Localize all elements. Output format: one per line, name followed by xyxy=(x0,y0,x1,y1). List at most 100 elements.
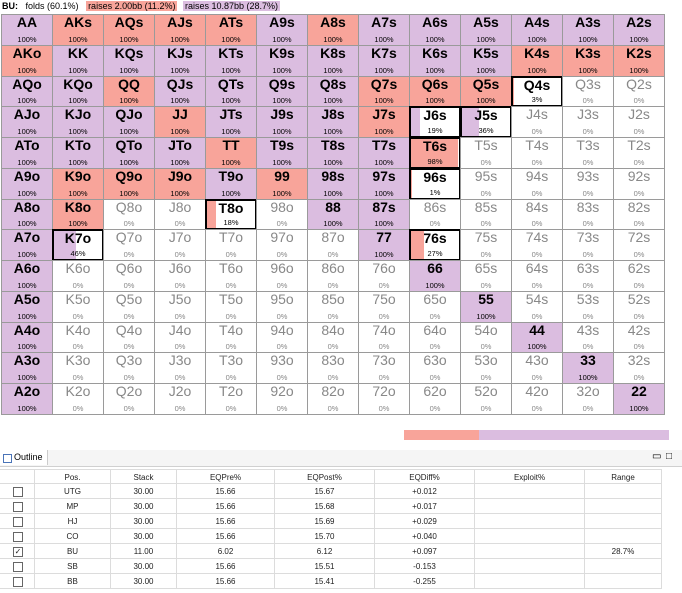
hand-cell[interactable]: 96s 1% xyxy=(409,167,461,200)
hand-cell[interactable]: 63o 0% xyxy=(409,352,461,385)
hand-cell[interactable]: KTs 100% xyxy=(205,44,257,77)
hand-cell[interactable]: K8s 100% xyxy=(307,44,359,77)
table-row[interactable]: HJ 30.00 15.66 15.69 +0.029 xyxy=(0,514,662,529)
hand-cell[interactable]: 43s 0% xyxy=(562,321,614,354)
hand-cell[interactable]: 84o 0% xyxy=(307,321,359,354)
hand-cell[interactable]: K2s 100% xyxy=(613,44,665,77)
hand-cell[interactable]: T7s 100% xyxy=(358,137,410,169)
hand-cell[interactable]: JJ 100% xyxy=(154,106,206,139)
hand-cell[interactable]: A8s 100% xyxy=(307,14,359,46)
hand-cell[interactable]: 43o 0% xyxy=(511,352,563,385)
hand-cell[interactable]: 75s 0% xyxy=(460,229,512,262)
hand-cell[interactable]: J6o 0% xyxy=(154,260,206,292)
hand-cell[interactable]: 65o 0% xyxy=(409,290,461,323)
minimize-icon[interactable]: ▭ xyxy=(652,451,661,462)
column-header[interactable]: Exploit% xyxy=(475,469,585,484)
hand-cell[interactable]: Q7s 100% xyxy=(358,75,410,108)
hand-cell[interactable]: K4o 0% xyxy=(52,321,104,354)
hand-cell[interactable]: 74s 0% xyxy=(511,229,563,262)
hand-cell[interactable]: T5o 0% xyxy=(205,290,257,323)
hand-cell[interactable]: K3s 100% xyxy=(562,44,614,77)
hand-cell[interactable]: K2o 0% xyxy=(52,383,104,415)
hand-cell[interactable]: 83s 0% xyxy=(562,198,614,231)
row-checkbox[interactable] xyxy=(13,577,23,587)
hand-cell[interactable]: QTs 100% xyxy=(205,75,257,108)
hand-cell[interactable]: J9o 100% xyxy=(154,167,206,200)
hand-cell[interactable]: 97o 0% xyxy=(256,229,308,262)
hand-cell[interactable]: 53s 0% xyxy=(562,290,614,323)
hand-cell[interactable]: A9s 100% xyxy=(256,14,308,46)
hand-cell[interactable]: 73s 0% xyxy=(562,229,614,262)
hand-cell[interactable]: 98s 100% xyxy=(307,167,359,200)
column-header[interactable] xyxy=(0,469,35,484)
hand-cell[interactable]: T3o 0% xyxy=(205,352,257,385)
hand-cell[interactable]: T3s 0% xyxy=(562,137,614,169)
hand-cell[interactable]: 88 100% xyxy=(307,198,359,231)
hand-cell[interactable]: J4o 0% xyxy=(154,321,206,354)
hand-cell[interactable]: KJo 100% xyxy=(52,106,104,139)
hand-cell[interactable]: 95s 0% xyxy=(460,167,512,200)
hand-cell[interactable]: T8s 100% xyxy=(307,137,359,169)
hand-cell[interactable]: K6o 0% xyxy=(52,260,104,292)
tab-outline[interactable]: Outline xyxy=(0,450,48,465)
hand-cell[interactable]: T2s 0% xyxy=(613,137,665,169)
hand-cell[interactable]: AA 100% xyxy=(1,14,53,46)
hand-cell[interactable]: J3s 0% xyxy=(562,106,614,139)
hand-cell[interactable]: 54o 0% xyxy=(460,321,512,354)
hand-cell[interactable]: 76o 0% xyxy=(358,260,410,292)
hand-cell[interactable]: K7s 100% xyxy=(358,44,410,77)
hand-cell[interactable]: A7o 100% xyxy=(1,229,53,262)
hand-cell[interactable]: Q4s 3% xyxy=(511,75,563,108)
hand-cell[interactable]: J6s 19% xyxy=(409,106,461,139)
hand-cell[interactable]: QTo 100% xyxy=(103,137,155,169)
hand-cell[interactable]: KQo 100% xyxy=(52,75,104,108)
hand-cell[interactable]: A2s 100% xyxy=(613,14,665,46)
hand-cell[interactable]: 99 100% xyxy=(256,167,308,200)
hand-cell[interactable]: J3o 0% xyxy=(154,352,206,385)
hand-cell[interactable]: K8o 100% xyxy=(52,198,104,231)
hand-cell[interactable]: Q4o 0% xyxy=(103,321,155,354)
hand-cell[interactable]: QJs 100% xyxy=(154,75,206,108)
hand-cell[interactable]: 86o 0% xyxy=(307,260,359,292)
hand-cell[interactable]: 33 100% xyxy=(562,352,614,385)
hand-cell[interactable]: AKo 100% xyxy=(1,44,53,77)
hand-cell[interactable]: T5s 0% xyxy=(460,137,512,169)
table-row[interactable]: MP 30.00 15.66 15.68 +0.017 xyxy=(0,499,662,514)
hand-cell[interactable]: 53o 0% xyxy=(460,352,512,385)
hand-cell[interactable]: Q8o 0% xyxy=(103,198,155,231)
hand-cell[interactable]: J5s 36% xyxy=(460,106,512,139)
hand-cell[interactable]: A8o 100% xyxy=(1,198,53,231)
row-checkbox[interactable] xyxy=(13,532,23,542)
hand-cell[interactable]: 96o 0% xyxy=(256,260,308,292)
hand-cell[interactable]: AJs 100% xyxy=(154,14,206,46)
column-header[interactable]: Range xyxy=(585,469,662,484)
hand-cell[interactable]: 44 100% xyxy=(511,321,563,354)
hand-cell[interactable]: 32o 0% xyxy=(562,383,614,415)
hand-cell[interactable]: A7s 100% xyxy=(358,14,410,46)
hand-cell[interactable]: Q7o 0% xyxy=(103,229,155,262)
hand-cell[interactable]: 52s 0% xyxy=(613,290,665,323)
hand-cell[interactable]: 42o 0% xyxy=(511,383,563,415)
hand-cell[interactable]: 83o 0% xyxy=(307,352,359,385)
row-checkbox[interactable]: ✓ xyxy=(13,547,23,557)
hand-cell[interactable]: Q9o 100% xyxy=(103,167,155,200)
hand-cell[interactable]: 66 100% xyxy=(409,260,461,292)
hand-cell[interactable]: 93s 0% xyxy=(562,167,614,200)
hand-cell[interactable]: 75o 0% xyxy=(358,290,410,323)
hand-cell[interactable]: KJs 100% xyxy=(154,44,206,77)
column-header[interactable]: Stack xyxy=(111,469,177,484)
hand-cell[interactable]: K5s 100% xyxy=(460,44,512,77)
hand-cell[interactable]: KQs 100% xyxy=(103,44,155,77)
hand-cell[interactable]: 85o 0% xyxy=(307,290,359,323)
hand-cell[interactable]: 82s 0% xyxy=(613,198,665,231)
hand-cell[interactable]: J7o 0% xyxy=(154,229,206,262)
table-row[interactable]: SB 30.00 15.66 15.51 -0.153 xyxy=(0,559,662,574)
hand-cell[interactable]: J8s 100% xyxy=(307,106,359,139)
hand-cell[interactable]: 82o 0% xyxy=(307,383,359,415)
hand-cell[interactable]: 73o 0% xyxy=(358,352,410,385)
hand-cell[interactable]: K6s 100% xyxy=(409,44,461,77)
hand-cell[interactable]: K9o 100% xyxy=(52,167,104,200)
hand-cell[interactable]: AQs 100% xyxy=(103,14,155,46)
hand-cell[interactable]: 84s 0% xyxy=(511,198,563,231)
hand-cell[interactable]: A3o 100% xyxy=(1,352,53,385)
